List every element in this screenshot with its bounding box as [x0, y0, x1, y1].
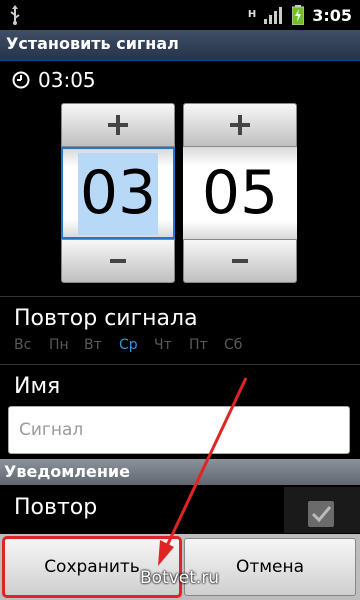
repeat-day-2: Вт [84, 337, 102, 353]
status-time: 3:05 [312, 5, 352, 25]
title-bar: Установить сигнал [0, 30, 360, 61]
plus-icon [108, 115, 128, 135]
repeat-day-0: Вс [14, 337, 32, 353]
divider [0, 296, 360, 297]
alarm-name-placeholder: Сигнал [19, 420, 84, 440]
name-section: Имя [0, 374, 360, 399]
hour-value-field[interactable]: 03 [61, 147, 175, 239]
minus-icon [110, 259, 126, 263]
watermark: Botvet.ru [140, 568, 220, 588]
name-title: Имя [14, 374, 61, 399]
summary-time-text: 03:05 [38, 68, 96, 92]
hour-plus-button[interactable] [61, 103, 175, 147]
repeat-day-4: Чт [154, 337, 172, 353]
button-bar: Сохранить Отмена [0, 534, 360, 600]
minute-plus-button[interactable] [183, 103, 297, 147]
checkmark-icon [311, 506, 332, 523]
page-title: Установить сигнал [6, 34, 179, 53]
network-h-icon: H [247, 9, 257, 20]
minute-value: 05 [201, 158, 279, 228]
alarm-time-summary: 03:05 [12, 66, 96, 94]
battery-icon [292, 5, 305, 25]
repeat-day-1: Пн [49, 337, 69, 353]
repeat-checkbox[interactable] [308, 501, 334, 527]
minute-value-field[interactable]: 05 [183, 147, 297, 239]
repeat-alarm-title: Повтор сигнала [14, 306, 198, 331]
repeat-checkbox-area[interactable] [284, 487, 360, 533]
repeat-alarm-setting[interactable]: Повтор сигнала Вс Пн Вт Ср Чт Пт Сб [0, 306, 360, 353]
minute-picker: 05 [183, 103, 297, 283]
repeat-day-3: Ср [119, 337, 138, 353]
notification-category-header: Уведомление [0, 459, 360, 485]
notification-repeat-row[interactable]: Повтор [0, 487, 360, 533]
hour-minus-button[interactable] [61, 239, 175, 283]
hour-picker: 03 [61, 103, 175, 283]
usb-icon [10, 5, 20, 25]
minute-minus-button[interactable] [183, 239, 297, 283]
alarm-name-input[interactable]: Сигнал [8, 406, 350, 454]
plus-icon [230, 115, 250, 135]
hour-value: 03 [79, 158, 157, 228]
signal-icon [264, 7, 283, 24]
repeat-day-5: Пт [189, 337, 208, 353]
status-bar: H 3:05 [0, 0, 360, 30]
repeat-day-6: Сб [224, 337, 243, 353]
divider [0, 364, 360, 365]
repeat-days: Вс Пн Вт Ср Чт Пт Сб [14, 337, 360, 353]
clock-icon [12, 71, 30, 89]
minus-icon [232, 259, 248, 263]
notification-repeat-label: Повтор [14, 495, 98, 520]
notification-header-label: Уведомление [4, 462, 130, 481]
